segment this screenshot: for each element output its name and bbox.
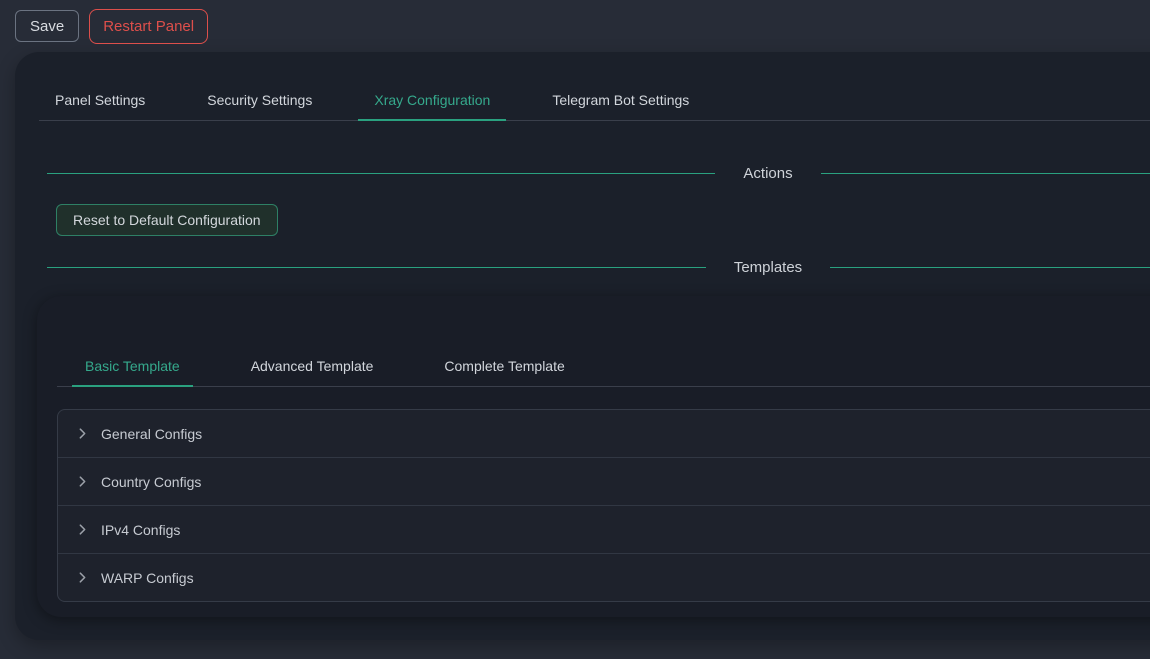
tab-telegram-bot-settings[interactable]: Telegram Bot Settings [536, 80, 705, 120]
collapse-ipv4-configs[interactable]: IPv4 Configs [58, 506, 1150, 554]
tab-basic-template[interactable]: Basic Template [72, 346, 193, 386]
settings-tab-bar: Panel Settings Security Settings Xray Co… [39, 52, 1150, 121]
settings-card: Panel Settings Security Settings Xray Co… [15, 52, 1150, 640]
collapse-country-configs[interactable]: Country Configs [58, 458, 1150, 506]
collapse-label: Country Configs [101, 474, 201, 490]
chevron-right-icon [76, 475, 89, 488]
chevron-right-icon [76, 571, 89, 584]
tab-advanced-template[interactable]: Advanced Template [238, 346, 387, 386]
chevron-right-icon [76, 523, 89, 536]
templates-divider-label: Templates [734, 259, 802, 276]
topbar: Save Restart Panel [0, 0, 1150, 52]
reset-default-configuration-button[interactable]: Reset to Default Configuration [56, 204, 278, 236]
tab-security-settings[interactable]: Security Settings [191, 80, 328, 120]
tab-panel-settings[interactable]: Panel Settings [39, 80, 161, 120]
tab-xray-configuration[interactable]: Xray Configuration [358, 80, 506, 120]
chevron-right-icon [76, 427, 89, 440]
actions-divider: Actions [39, 165, 1150, 182]
collapse-general-configs[interactable]: General Configs [58, 410, 1150, 458]
templates-divider: Templates [39, 259, 1150, 276]
collapse-label: General Configs [101, 426, 202, 442]
tab-complete-template[interactable]: Complete Template [431, 346, 577, 386]
template-tab-bar: Basic Template Advanced Template Complet… [57, 296, 1150, 387]
config-collapse-list: General Configs Country Configs IPv4 Con… [57, 409, 1150, 602]
save-button[interactable]: Save [15, 10, 79, 42]
actions-divider-label: Actions [743, 165, 792, 182]
collapse-warp-configs[interactable]: WARP Configs [58, 554, 1150, 601]
restart-panel-button[interactable]: Restart Panel [89, 9, 208, 44]
templates-card: Basic Template Advanced Template Complet… [37, 296, 1150, 617]
collapse-label: WARP Configs [101, 570, 194, 586]
collapse-label: IPv4 Configs [101, 522, 180, 538]
